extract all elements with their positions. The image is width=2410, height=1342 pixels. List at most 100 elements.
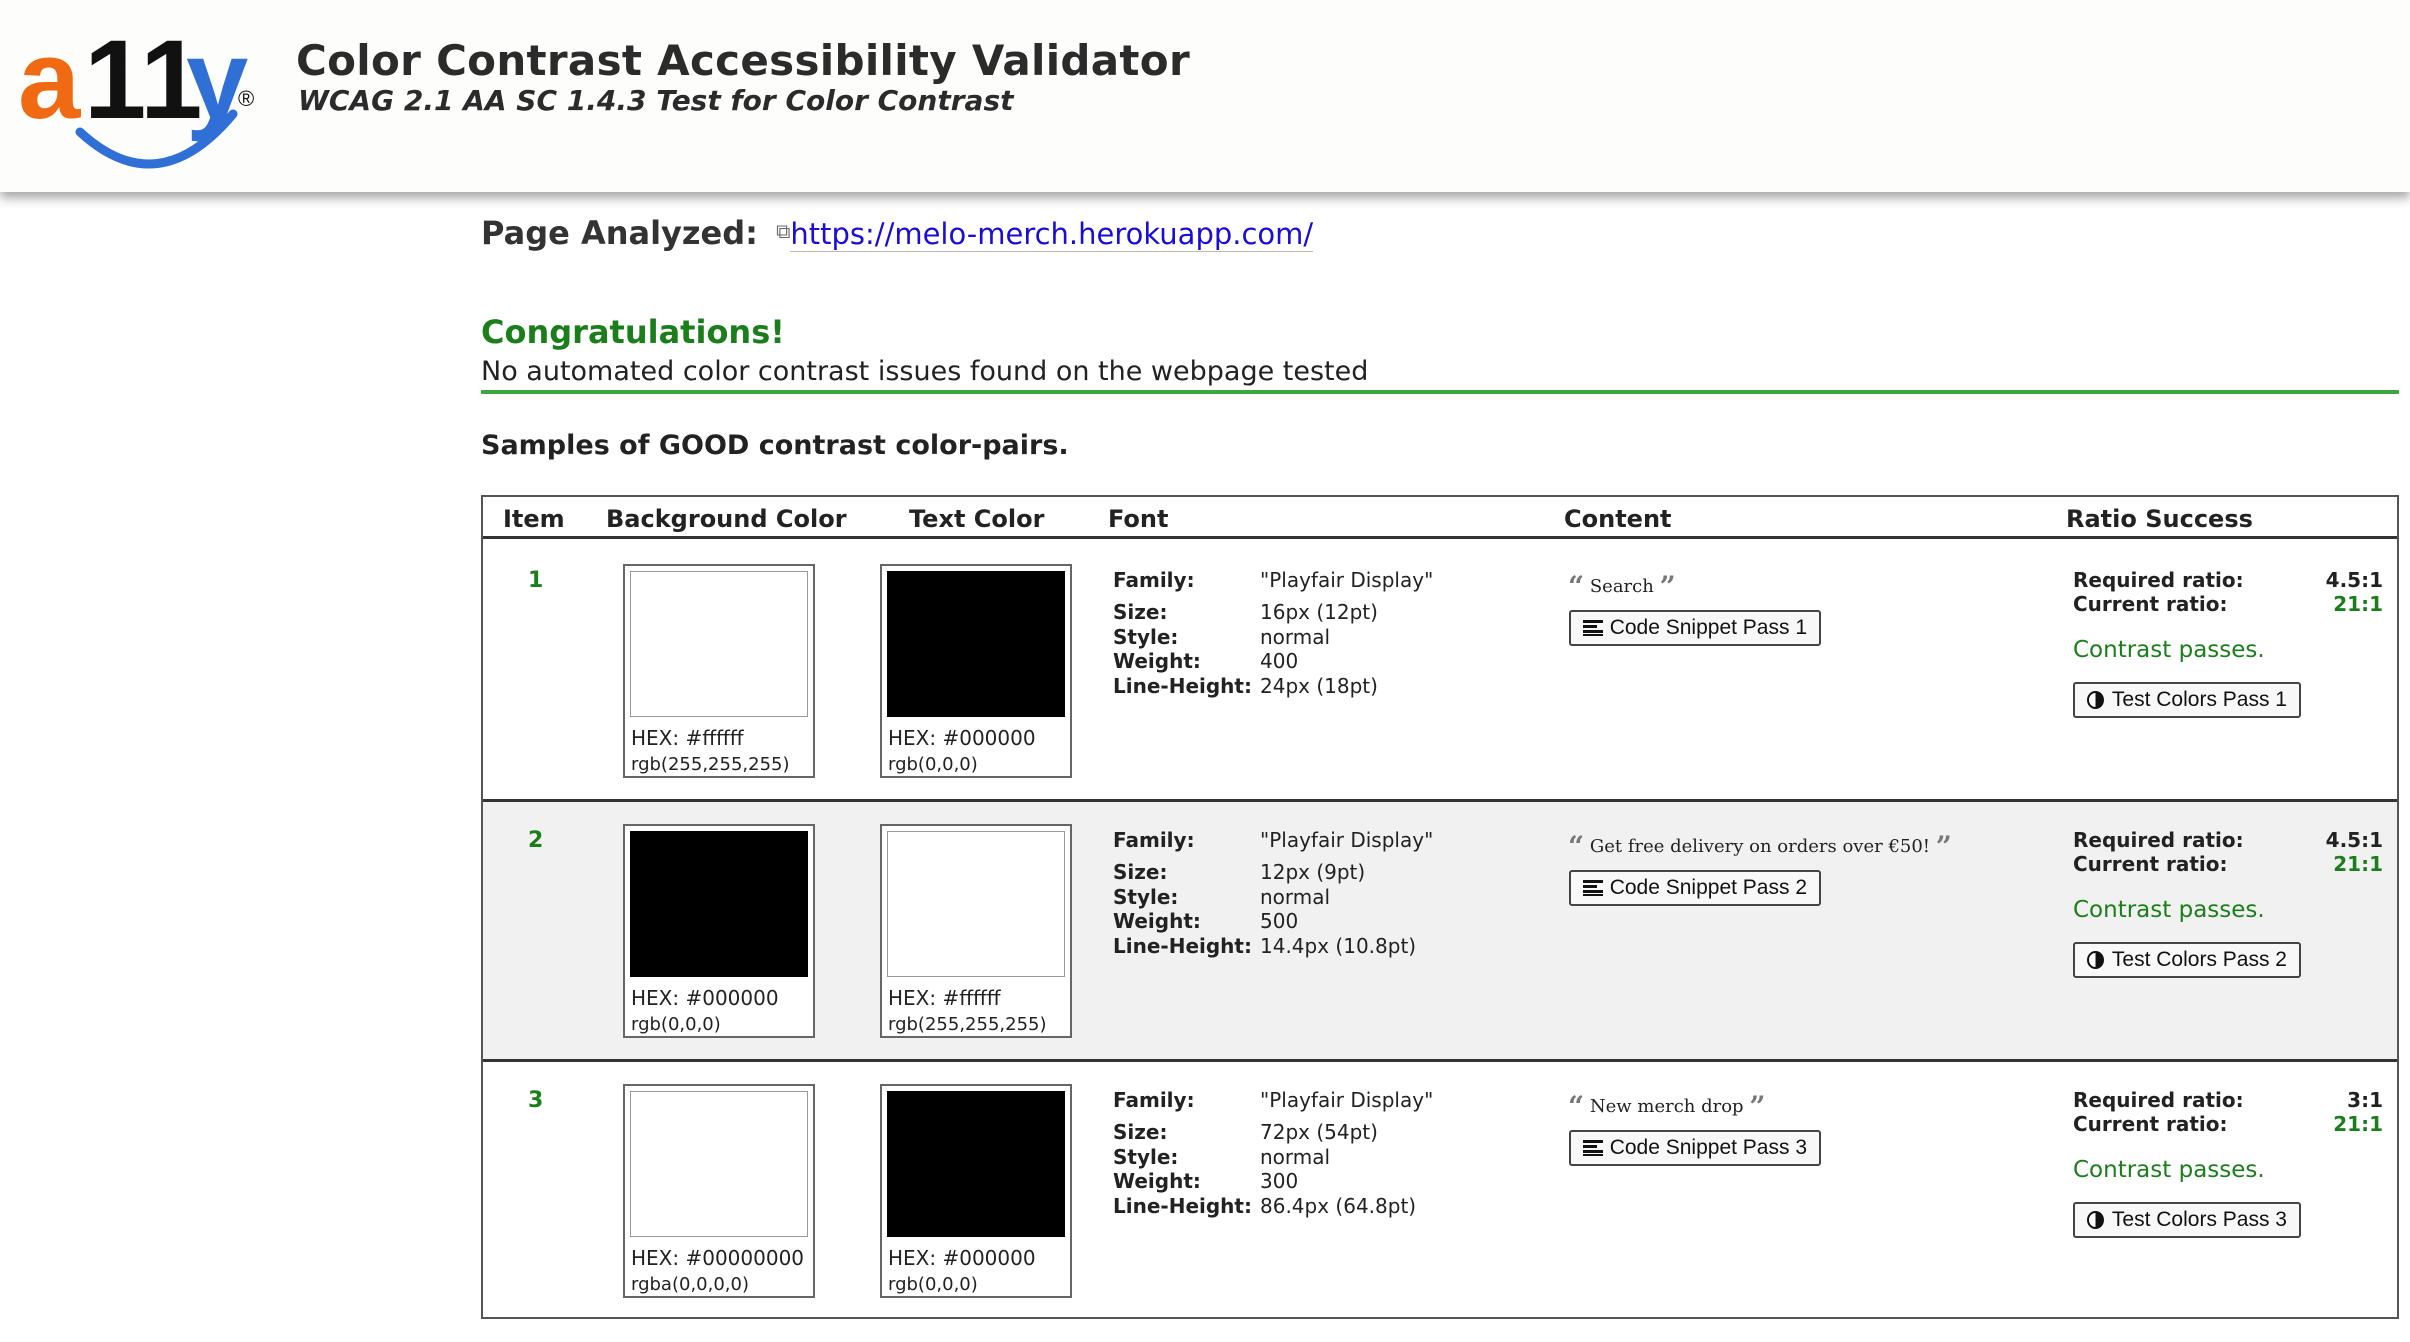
font-size-value: 12px (9pt): [1260, 860, 1366, 884]
result-message: No automated color contrast issues found…: [481, 356, 1369, 387]
font-family-value: "Playfair Display": [1260, 828, 1434, 852]
font-style-value: normal: [1260, 1145, 1331, 1169]
background-rgb: rgba(0,0,0,0): [631, 1274, 749, 1295]
font-weight-value: 400: [1260, 649, 1299, 673]
font-weight-label: Weight:: [1113, 1169, 1201, 1193]
font-size-label: Size:: [1113, 1120, 1168, 1144]
divider: [481, 390, 2399, 394]
test-colors-button[interactable]: Test Colors Pass 3: [2073, 1202, 2301, 1238]
header-ratio-success: Ratio Success: [2066, 505, 2253, 533]
contrast-icon: [2087, 691, 2104, 709]
content-sample: “ New merch drop ”: [1568, 1090, 1765, 1123]
code-snippet-label: Code Snippet Pass 1: [1609, 616, 1807, 639]
content-sample: “ Search ”: [1568, 570, 1676, 603]
text-color-sample: HEX: #000000 rgb(0,0,0): [880, 1084, 1072, 1298]
contrast-status: Contrast passes.: [2073, 897, 2265, 923]
close-quote-icon: ”: [1659, 570, 1676, 603]
line-height-label: Line-Height:: [1113, 1194, 1252, 1218]
font-family-value: "Playfair Display": [1260, 568, 1434, 592]
text-hex: HEX: #000000: [888, 726, 1036, 750]
font-size-value: 16px (12pt): [1260, 600, 1378, 624]
required-ratio-value: 3:1: [2347, 1088, 2383, 1112]
font-family-label: Family:: [1113, 828, 1195, 852]
required-ratio-value: 4.5:1: [2325, 568, 2383, 592]
line-height-value: 14.4px (10.8pt): [1260, 934, 1417, 958]
text-color-sample: HEX: #000000 rgb(0,0,0): [880, 564, 1072, 778]
code-lines-icon: [1583, 1140, 1603, 1156]
font-style-label: Style:: [1113, 625, 1179, 649]
code-snippet-label: Code Snippet Pass 3: [1609, 1136, 1807, 1159]
code-snippet-button[interactable]: Code Snippet Pass 1: [1569, 610, 1821, 646]
background-color-sample: HEX: #ffffff rgb(255,255,255): [623, 564, 815, 778]
line-height-label: Line-Height:: [1113, 674, 1252, 698]
table-row: 3 HEX: #00000000 rgba(0,0,0,0) HEX: #000…: [483, 1062, 2397, 1322]
font-weight-label: Weight:: [1113, 909, 1201, 933]
svg-text:11: 11: [84, 17, 202, 142]
font-family-label: Family:: [1113, 1088, 1195, 1112]
font-size-value: 72px (54pt): [1260, 1120, 1378, 1144]
open-quote-icon: “: [1568, 1090, 1585, 1123]
content-text: New merch drop: [1589, 1096, 1744, 1117]
line-height-label: Line-Height:: [1113, 934, 1252, 958]
required-ratio-label: Required ratio:: [2073, 1088, 2244, 1112]
code-snippet-button[interactable]: Code Snippet Pass 2: [1569, 870, 1821, 906]
background-hex: HEX: #ffffff: [631, 726, 744, 750]
samples-heading: Samples of GOOD contrast color-pairs.: [481, 430, 1069, 461]
item-number: 1: [528, 568, 544, 593]
close-quote-icon: ”: [1749, 1090, 1766, 1123]
font-weight-value: 500: [1260, 909, 1299, 933]
contrast-status: Contrast passes.: [2073, 637, 2265, 663]
page-analyzed-label: Page Analyzed:: [481, 214, 758, 252]
current-ratio-label: Current ratio:: [2073, 1112, 2228, 1136]
test-colors-button[interactable]: Test Colors Pass 2: [2073, 942, 2301, 978]
background-rgb: rgb(255,255,255): [631, 754, 790, 775]
background-color-sample: HEX: #000000 rgb(0,0,0): [623, 824, 815, 1038]
svg-text:®: ®: [238, 86, 254, 111]
text-rgb: rgb(0,0,0): [888, 754, 978, 775]
contrast-icon: [2087, 951, 2104, 969]
font-weight-value: 300: [1260, 1169, 1299, 1193]
text-rgb: rgb(255,255,255): [888, 1014, 1047, 1035]
external-link-icon: ⧉: [776, 219, 791, 243]
font-size-label: Size:: [1113, 860, 1168, 884]
current-ratio-value: 21:1: [2333, 592, 2383, 616]
current-ratio-value: 21:1: [2333, 1112, 2383, 1136]
app-title: Color Contrast Accessibility Validator: [296, 36, 1190, 85]
analyzed-url-link[interactable]: https://melo-merch.herokuapp.com/: [790, 217, 1314, 252]
current-ratio-label: Current ratio:: [2073, 852, 2228, 876]
background-hex: HEX: #00000000: [631, 1246, 805, 1270]
text-swatch: [887, 571, 1065, 717]
item-number: 2: [528, 828, 544, 853]
font-style-value: normal: [1260, 885, 1331, 909]
line-height-value: 24px (18pt): [1260, 674, 1378, 698]
text-hex: HEX: #ffffff: [888, 986, 1001, 1010]
text-color-sample: HEX: #ffffff rgb(255,255,255): [880, 824, 1072, 1038]
test-colors-label: Test Colors Pass 2: [2111, 948, 2287, 971]
header-text-color: Text Color: [909, 505, 1045, 533]
code-lines-icon: [1583, 880, 1603, 896]
table-row: 2 HEX: #000000 rgb(0,0,0) HEX: #ffffff r…: [483, 802, 2397, 1062]
open-quote-icon: “: [1568, 570, 1585, 603]
code-snippet-button[interactable]: Code Snippet Pass 3: [1569, 1130, 1821, 1166]
svg-text:a: a: [18, 17, 81, 142]
font-style-label: Style:: [1113, 1145, 1179, 1169]
required-ratio-label: Required ratio:: [2073, 828, 2244, 852]
contrast-icon: [2087, 1211, 2104, 1229]
current-ratio-label: Current ratio:: [2073, 592, 2228, 616]
font-size-label: Size:: [1113, 600, 1168, 624]
text-swatch: [887, 1091, 1065, 1237]
background-color-sample: HEX: #00000000 rgba(0,0,0,0): [623, 1084, 815, 1298]
svg-text:y: y: [186, 17, 248, 142]
test-colors-button[interactable]: Test Colors Pass 1: [2073, 682, 2301, 718]
header-item: Item: [503, 505, 565, 533]
test-colors-label: Test Colors Pass 3: [2111, 1208, 2287, 1231]
test-colors-label: Test Colors Pass 1: [2111, 688, 2287, 711]
background-swatch: [630, 831, 808, 977]
results-table: Item Background Color Text Color Font Co…: [481, 495, 2399, 1319]
line-height-value: 86.4px (64.8pt): [1260, 1194, 1417, 1218]
text-hex: HEX: #000000: [888, 1246, 1036, 1270]
content-sample: “ Get free delivery on orders over €50! …: [1568, 830, 1952, 863]
page-analyzed: Page Analyzed: ⧉https://melo-merch.herok…: [481, 214, 1314, 252]
background-rgb: rgb(0,0,0): [631, 1014, 721, 1035]
background-swatch: [630, 1091, 808, 1237]
